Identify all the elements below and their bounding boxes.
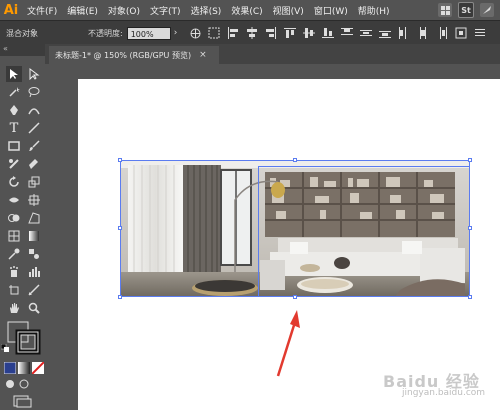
close-icon[interactable]: × [199,50,207,60]
menu-edit[interactable]: 编辑(E) [62,4,103,17]
eraser-icon[interactable] [26,156,42,172]
illustrator-window: Ai 文件(F) 编辑(E) 对象(O) 文字(T) 选择(S) 效果(C) 视… [0,0,500,410]
perspective-grid-icon[interactable] [26,210,42,226]
gradient-mode-icon[interactable] [18,362,30,374]
fill-stroke-swatches[interactable] [6,320,42,356]
resize-handle-t[interactable] [293,158,297,162]
hand-tool-icon[interactable] [6,300,22,316]
document-tab-bar: 未标题-1* @ 150% (RGB/GPU 预览) × [45,44,500,64]
clipping-path-bounds[interactable] [258,166,470,297]
menu-select[interactable]: 选择(S) [186,4,227,17]
gradient-tool-icon[interactable] [26,228,42,244]
distribute-right-icon[interactable] [436,27,448,39]
resize-handle-tl[interactable] [118,158,122,162]
object-type-label: 混合对象 [6,28,38,38]
lasso-icon[interactable] [26,84,42,100]
distribute-middle-icon[interactable] [360,27,373,39]
mesh-tool-icon[interactable] [6,228,22,244]
zoom-tool-icon[interactable] [26,300,42,316]
menu-effect[interactable]: 效果(C) [226,4,267,17]
artboard-tool-icon[interactable] [6,282,22,298]
menu-window[interactable]: 窗口(W) [309,4,353,17]
globe-icon[interactable] [189,27,201,39]
pen-tool-icon[interactable] [6,102,22,118]
curvature-tool-icon[interactable] [26,102,42,118]
rectangle-tool-icon[interactable] [6,138,22,154]
distribute-center-icon[interactable] [417,27,429,39]
tools-panel: T [0,56,45,410]
resize-handle-l[interactable] [118,226,122,230]
chevron-right-icon[interactable]: › [174,28,178,38]
resize-handle-r[interactable] [468,226,472,230]
resize-handle-b[interactable] [293,295,297,299]
tab-document[interactable]: 未标题-1* @ 150% (RGB/GPU 预览) × [49,46,219,64]
free-transform-icon[interactable] [26,192,42,208]
workspace-grid-icon[interactable] [438,3,452,17]
shape-builder-icon[interactable] [6,210,22,226]
color-mode-icon[interactable] [4,362,16,374]
brush-icon[interactable] [480,3,494,17]
opacity-label: 不透明度: [88,28,123,38]
align-icons [189,27,486,39]
eyedropper-icon[interactable] [6,246,22,262]
shaper-tool-icon[interactable] [6,156,22,172]
menu-type[interactable]: 文字(T) [145,4,186,17]
menu-help[interactable]: 帮助(H) [353,4,395,17]
selection-tool-icon[interactable] [6,66,22,82]
distribute-left-icon[interactable] [398,27,410,39]
stock-button[interactable]: St [458,2,474,18]
menu-view[interactable]: 视图(V) [268,4,309,17]
direct-selection-tool-icon[interactable] [26,66,42,82]
distribute-bottom-icon[interactable] [379,27,392,39]
document-tab-title: 未标题-1* @ 150% (RGB/GPU 预览) [55,50,192,60]
none-mode-icon[interactable] [32,362,44,374]
align-right-icon[interactable] [265,27,277,39]
resize-handle-br[interactable] [468,295,472,299]
symbol-sprayer-icon[interactable] [6,264,22,280]
rotate-tool-icon[interactable] [6,174,22,190]
control-bar: 混合对象 不透明度: 100% › [0,20,500,46]
menu-object[interactable]: 对象(O) [103,4,145,17]
menu-file[interactable]: 文件(F) [22,4,62,17]
annotation-arrow [276,310,300,377]
align-middle-icon[interactable] [303,27,316,39]
line-tool-icon[interactable] [26,120,42,136]
slice-tool-icon[interactable] [26,282,42,298]
draw-normal-icon[interactable] [4,378,16,390]
opacity-input[interactable]: 100% [126,26,171,40]
app-logo: Ai [3,2,19,18]
panel-menu-icon[interactable] [474,27,486,39]
menu-bar: Ai 文件(F) 编辑(E) 对象(O) 文字(T) 选择(S) 效果(C) 视… [0,0,500,20]
align-bottom-icon[interactable] [322,27,335,39]
magic-wand-icon[interactable] [6,84,22,100]
column-graph-icon[interactable] [26,264,42,280]
scale-tool-icon[interactable] [26,174,42,190]
watermark-url: jingyan.baidu.com [402,388,486,398]
align-top-icon[interactable] [284,27,297,39]
align-center-icon[interactable] [246,27,258,39]
toolbar-collapse[interactable]: « [0,44,45,56]
width-tool-icon[interactable] [6,192,22,208]
paintbrush-icon[interactable] [26,138,42,154]
blend-tool-icon[interactable] [26,246,42,262]
isolate-icon[interactable] [455,27,467,39]
default-colors-icon[interactable] [1,344,9,352]
distribute-top-icon[interactable] [341,27,354,39]
screen-mode-icon[interactable] [12,394,32,408]
resize-handle-tr[interactable] [468,158,472,162]
type-tool-icon[interactable]: T [6,120,22,136]
draw-behind-icon[interactable] [18,378,30,390]
align-left-icon[interactable] [227,27,239,39]
menu-right-controls: St [438,2,500,18]
transform-icon[interactable] [208,27,220,39]
resize-handle-bl[interactable] [118,295,122,299]
